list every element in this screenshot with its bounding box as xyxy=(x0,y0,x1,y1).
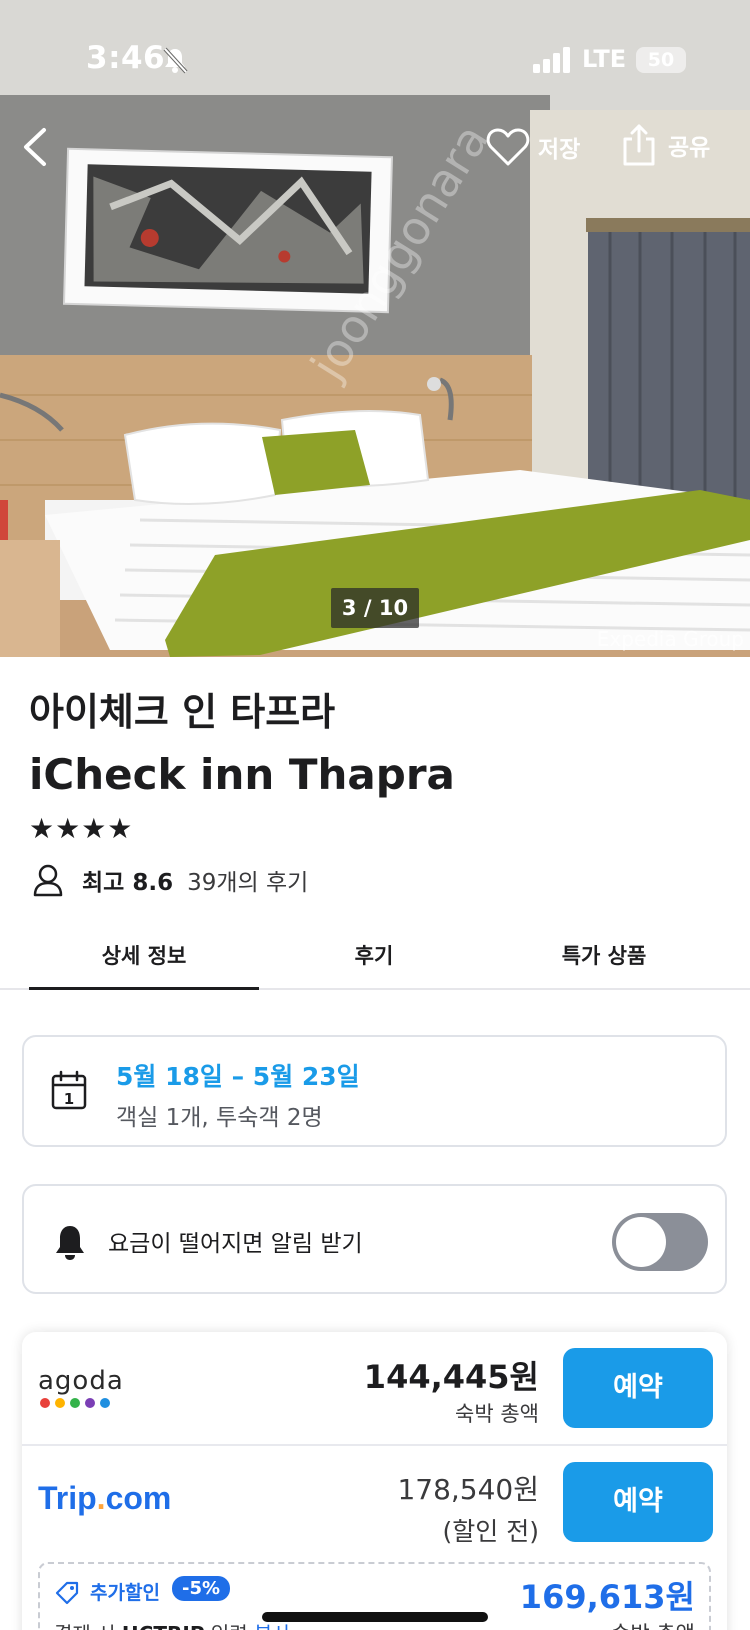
coupon-price-note: 숙박 총액 xyxy=(611,1618,695,1630)
home-indicator xyxy=(262,1612,488,1622)
tab-reviews[interactable]: 후기 xyxy=(259,930,489,988)
coupon-price: 169,613원 xyxy=(519,1578,695,1616)
status-time: 3:46 xyxy=(86,40,166,76)
save-button[interactable]: 저장 xyxy=(486,124,580,170)
offer-row-agoda: agoda 144,445원 숙박 총액 예약 xyxy=(22,1332,727,1444)
price-alert-toggle[interactable] xyxy=(612,1213,708,1271)
coupon-label: 추가할인 xyxy=(90,1582,160,1604)
toggle-knob xyxy=(616,1217,666,1267)
review-count-link[interactable]: 39개의 후기 xyxy=(187,863,308,897)
tripcom-book-button[interactable]: 예약 xyxy=(563,1462,713,1542)
coupon-code: HCTRIP xyxy=(122,1622,205,1630)
room-guest-count: 객실 1개, 투숙객 2명 xyxy=(116,1105,323,1131)
heart-icon xyxy=(486,128,530,166)
review-summary[interactable]: 최고 8.6 39개의 후기 xyxy=(32,862,308,898)
coupon-instruction: 결제 시 HCTRIP 입력 복사 xyxy=(54,1618,291,1630)
cell-signal-icon xyxy=(533,47,570,73)
share-button[interactable]: 공유 xyxy=(622,120,710,170)
coupon-discount-badge: -5% xyxy=(172,1576,231,1601)
price-comparison-list: agoda 144,445원 숙박 총액 예약 Trip.com 178,540… xyxy=(22,1332,727,1630)
calendar-icon: 1 xyxy=(51,1070,87,1110)
share-icon xyxy=(623,124,655,166)
date-guest-selector[interactable]: 1 5월 18일 – 5월 23일 객실 1개, 투숙객 2명 xyxy=(22,1035,727,1147)
price-alert-card: 요금이 떨어지면 알림 받기 xyxy=(22,1184,727,1294)
save-label: 저장 xyxy=(538,137,581,163)
hotel-name-english: iCheck inn Thapra xyxy=(29,750,455,799)
bell-icon xyxy=(56,1226,84,1260)
svg-text:1: 1 xyxy=(64,1090,74,1108)
coupon-note-suffix: 입력 xyxy=(211,1622,248,1630)
tab-deals[interactable]: 특가 상품 xyxy=(489,930,719,988)
coupon-note-prefix: 결제 시 xyxy=(54,1622,116,1630)
tripcom-wordmark: Trip.com xyxy=(38,1480,172,1516)
tripcom-logo: Trip.com xyxy=(38,1480,171,1517)
back-arrow-icon[interactable] xyxy=(18,124,52,170)
tripcom-price-note: (할인 전) xyxy=(442,1517,539,1546)
network-type: LTE xyxy=(582,45,627,73)
agoda-book-button[interactable]: 예약 xyxy=(563,1348,713,1428)
rating-score: 최고 8.6 xyxy=(82,870,174,896)
price-alert-label: 요금이 떨어지면 알림 받기 xyxy=(108,1231,363,1257)
status-bar: 3:46 LTE 50 xyxy=(0,0,750,120)
hotel-name-korean: 아이체크 인 타프라 xyxy=(29,690,336,734)
detail-tabs: 상세 정보 후기 특가 상품 xyxy=(0,930,750,990)
tab-details[interactable]: 상세 정보 xyxy=(29,930,259,990)
tripcom-price: 178,540원 xyxy=(397,1473,539,1506)
photo-counter: 3 / 10 xyxy=(331,588,419,628)
coupon-copy-link[interactable]: 복사 xyxy=(254,1622,291,1630)
coupon-icon xyxy=(55,1581,79,1605)
agoda-price-note: 숙박 총액 xyxy=(455,1402,539,1426)
agoda-dots xyxy=(38,1398,124,1408)
offer-row-tripcom: Trip.com 178,540원 (할인 전) 예약 xyxy=(22,1444,727,1556)
hotel-photo-gallery[interactable]: joonggonara 3:46 LTE 50 저장 공유 3 / 10 Exp… xyxy=(0,0,750,657)
tripcom-logo-dot: . xyxy=(96,1480,106,1516)
agoda-logo: agoda xyxy=(38,1366,124,1408)
battery-indicator: 50 xyxy=(636,47,686,73)
share-label: 공유 xyxy=(668,135,711,161)
user-icon xyxy=(33,864,63,897)
stay-dates: 5월 18일 – 5월 23일 xyxy=(116,1062,360,1091)
star-rating: ★★★★ xyxy=(29,812,134,845)
agoda-wordmark: agoda xyxy=(38,1366,124,1396)
agoda-price: 144,445원 xyxy=(363,1358,539,1396)
silent-mode-icon xyxy=(163,47,188,74)
photo-credit: Expedia Group xyxy=(596,627,744,651)
